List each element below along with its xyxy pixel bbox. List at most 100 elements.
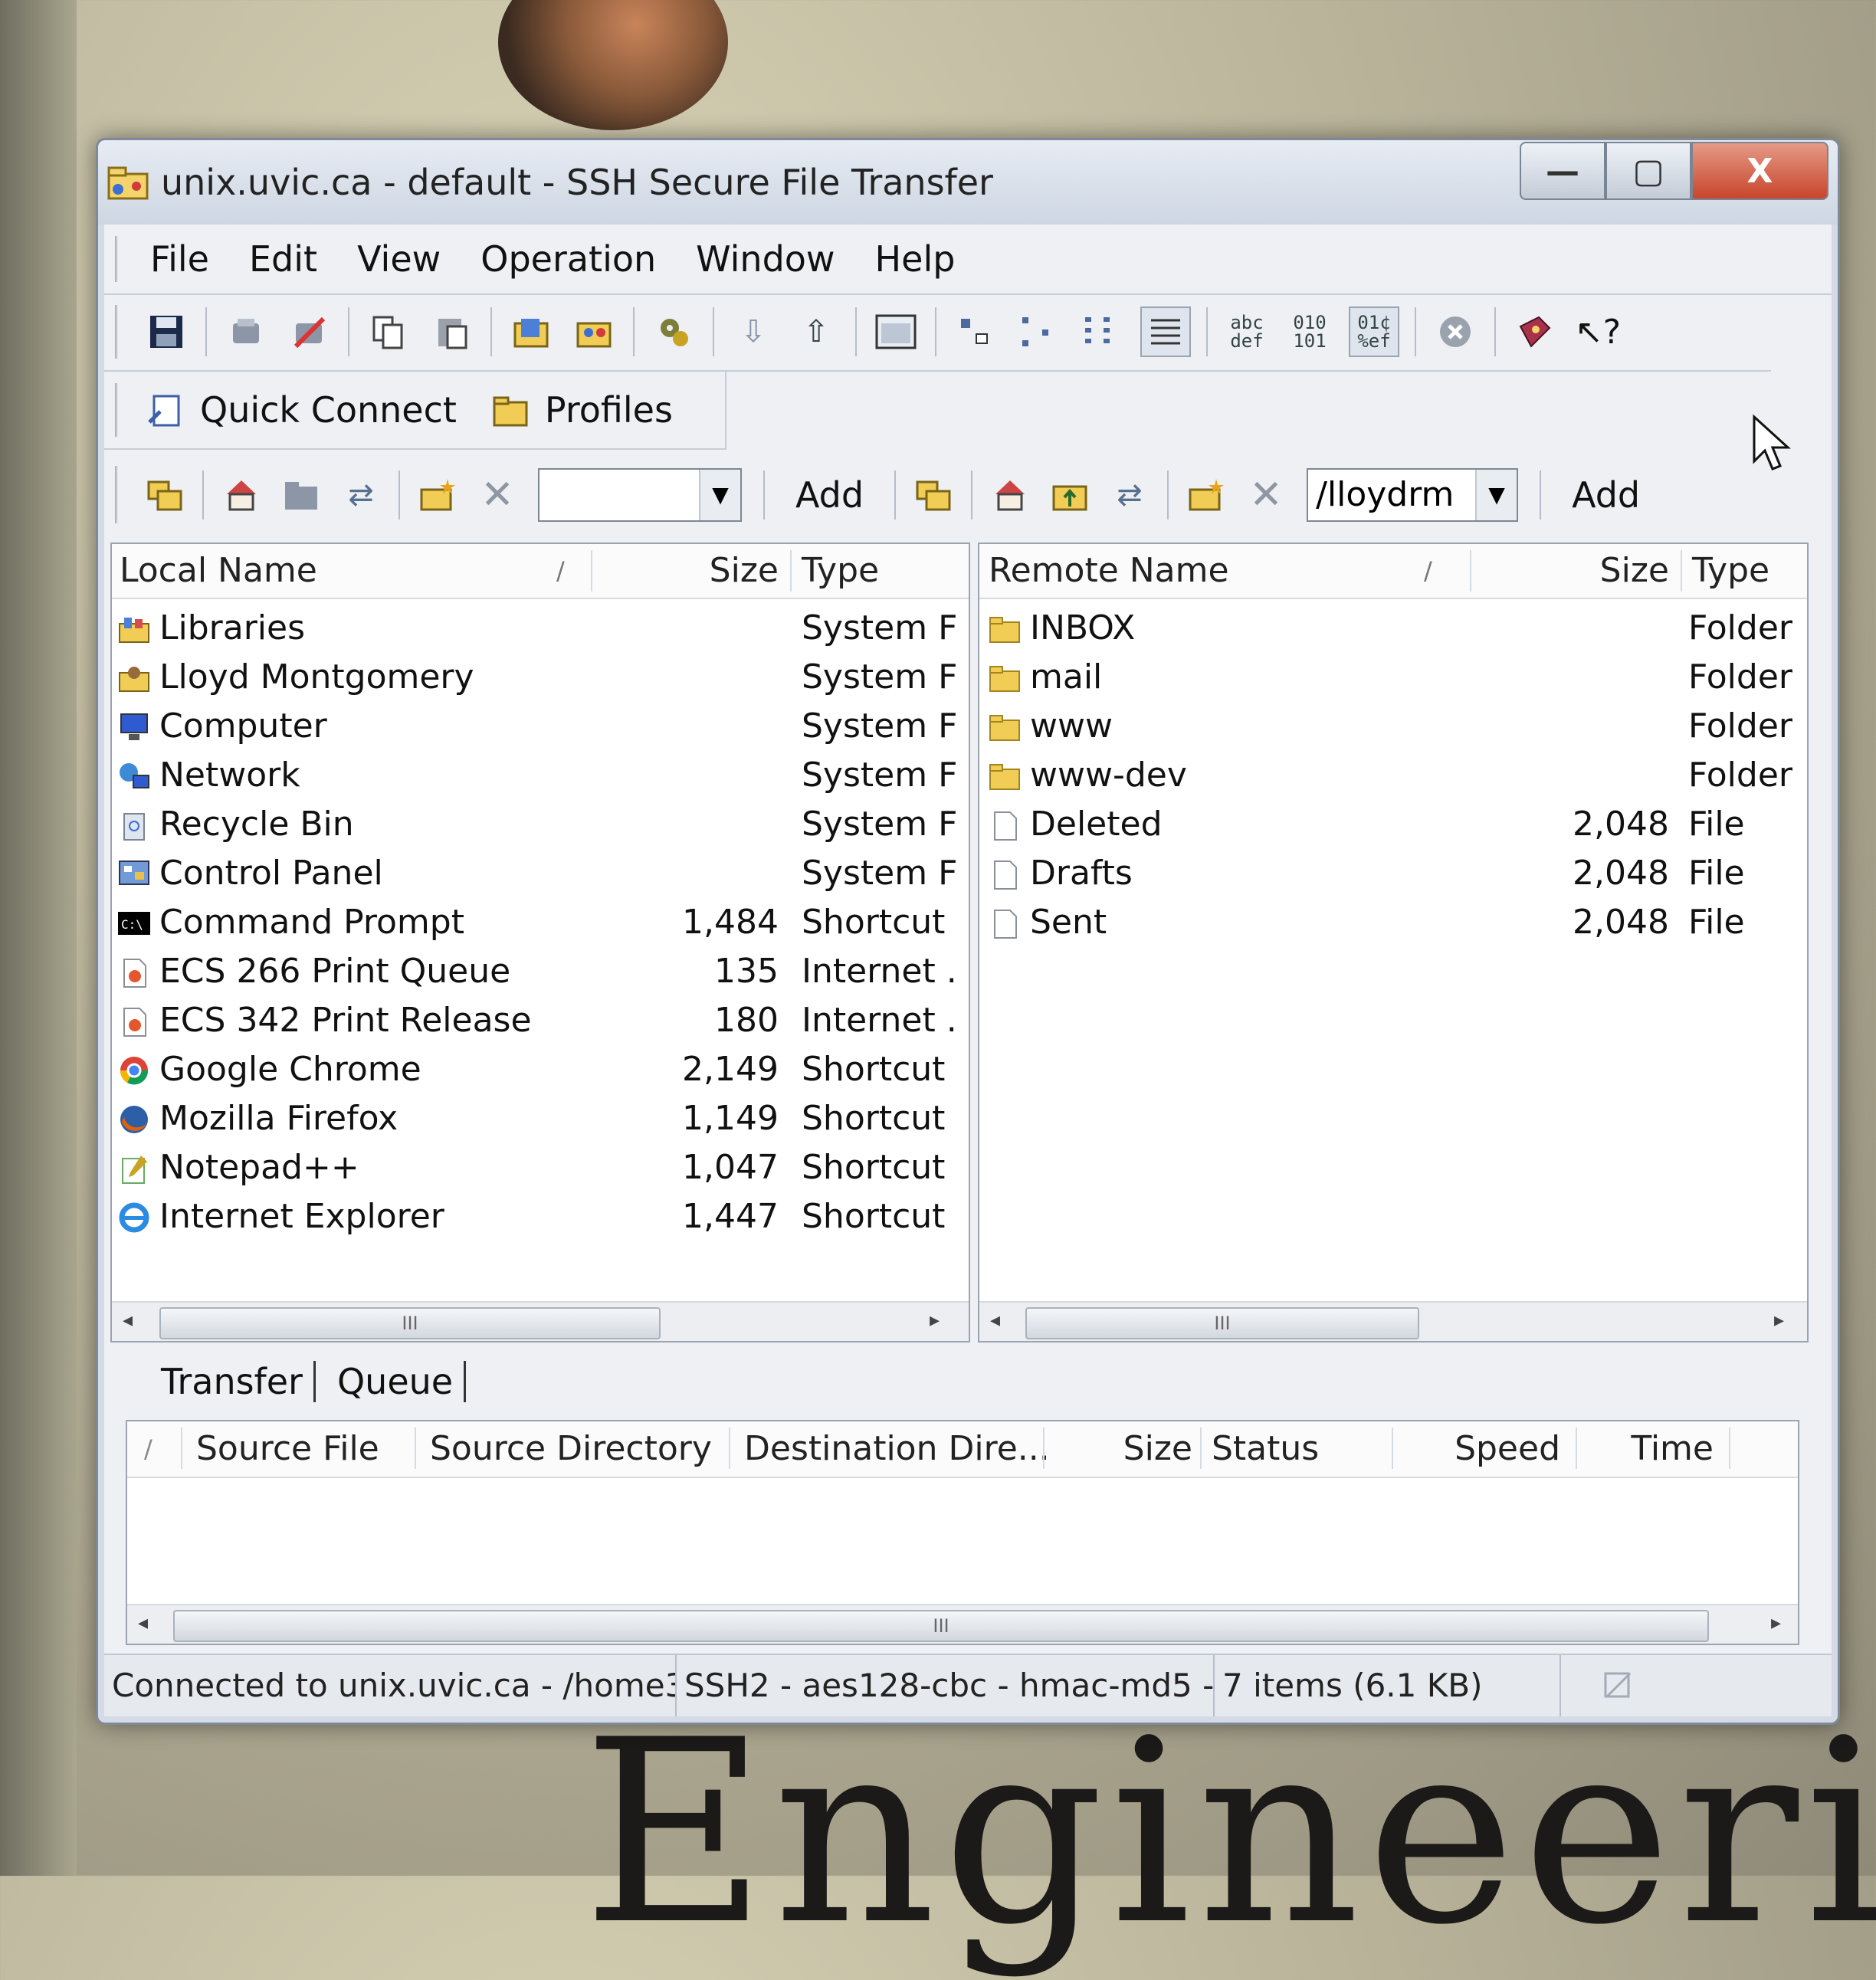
local-refresh-icon[interactable]: ⇄	[339, 471, 383, 519]
quick-connect-button[interactable]: Quick Connect	[146, 389, 457, 431]
local-path-combo[interactable]: ▼	[538, 467, 742, 522]
scroll-thumb[interactable]: III	[159, 1307, 661, 1339]
profile-icon[interactable]	[570, 308, 618, 356]
remote-up-folder-icon[interactable]	[911, 471, 956, 519]
close-button[interactable]: X	[1691, 142, 1828, 200]
column-divider[interactable]	[415, 1428, 416, 1469]
local-name-header[interactable]: Local Name	[120, 544, 317, 598]
maximize-button[interactable]: ▢	[1605, 142, 1691, 200]
scroll-thumb[interactable]: III	[173, 1610, 1709, 1642]
binary-icon[interactable]: 010 101	[1286, 308, 1333, 356]
list-item[interactable]: ECS 266 Print Queue 135 Internet .	[112, 947, 969, 996]
remote-size-header[interactable]: Size	[1478, 544, 1669, 598]
menu-file[interactable]: File	[150, 238, 209, 280]
folder-sync-icon[interactable]	[507, 308, 555, 356]
scroll-left-icon[interactable]: ◂	[990, 1309, 1000, 1332]
chevron-down-icon[interactable]: ▼	[1475, 469, 1517, 520]
remote-delete-icon[interactable]: ✕	[1244, 471, 1288, 519]
list-item[interactable]: Sent 2,048 File	[979, 898, 1807, 947]
help-book-icon[interactable]	[1511, 308, 1559, 356]
copy-icon[interactable]	[365, 308, 412, 356]
remote-new-folder-icon[interactable]	[1184, 471, 1228, 519]
scroll-thumb[interactable]: III	[1025, 1307, 1419, 1339]
transfer-size-header[interactable]: Size	[1047, 1421, 1192, 1477]
terminal-icon[interactable]	[872, 308, 920, 356]
column-divider[interactable]	[790, 550, 792, 592]
local-type-header[interactable]: Type	[802, 544, 879, 598]
column-divider[interactable]	[1392, 1428, 1393, 1469]
transfer-speed-header[interactable]: Speed	[1399, 1421, 1560, 1477]
scroll-right-icon[interactable]: ▸	[1771, 1611, 1781, 1634]
source-file-header[interactable]: Source File	[196, 1421, 379, 1477]
upload-icon[interactable]: ⇧	[792, 308, 840, 356]
settings-icon[interactable]	[650, 308, 697, 356]
remote-path-combo[interactable]: /lloydrm ▼	[1307, 467, 1519, 522]
list-item[interactable]: ECS 342 Print Release 180 Internet .	[112, 996, 969, 1045]
column-divider[interactable]	[1576, 1428, 1577, 1469]
title-bar[interactable]: unix.uvic.ca - default - SSH Secure File…	[98, 140, 1838, 225]
scroll-right-icon[interactable]: ▸	[930, 1309, 940, 1332]
remote-type-header[interactable]: Type	[1692, 544, 1769, 598]
list-item[interactable]: Mozilla Firefox 1,149 Shortcut	[112, 1094, 969, 1143]
list-item[interactable]: Google Chrome 2,149 Shortcut	[112, 1045, 969, 1094]
column-divider[interactable]	[1200, 1428, 1202, 1469]
transfer-time-header[interactable]: Time	[1583, 1421, 1714, 1477]
list-item[interactable]: Recycle Bin System F	[112, 800, 969, 849]
list-item[interactable]: Computer System F	[112, 702, 969, 751]
list-item[interactable]: mail Folder	[979, 653, 1807, 702]
local-up-folder-icon[interactable]	[143, 471, 187, 519]
navbar-grip[interactable]	[115, 466, 123, 523]
save-icon[interactable]	[143, 308, 190, 356]
local-add-button[interactable]: Add	[795, 474, 864, 516]
source-directory-header[interactable]: Source Directory	[430, 1421, 712, 1477]
list-item[interactable]: Internet Explorer 1,447 Shortcut	[112, 1192, 969, 1241]
quickbar-grip[interactable]	[115, 383, 123, 437]
whats-this-icon[interactable]: ↖?	[1574, 308, 1622, 356]
column-divider[interactable]	[729, 1428, 730, 1469]
tab-queue[interactable]: Queue	[326, 1361, 467, 1402]
minimize-button[interactable]: —	[1520, 142, 1605, 200]
menu-operation[interactable]: Operation	[480, 238, 656, 280]
disconnect-icon[interactable]	[285, 308, 333, 356]
menu-help[interactable]: Help	[875, 238, 956, 280]
menubar-grip[interactable]	[115, 236, 123, 282]
column-divider[interactable]	[181, 1428, 182, 1469]
list-item[interactable]: www-dev Folder	[979, 751, 1807, 800]
menu-edit[interactable]: Edit	[249, 238, 317, 280]
list-icon[interactable]	[1077, 308, 1125, 356]
local-home-icon[interactable]	[219, 471, 264, 519]
tab-transfer[interactable]: Transfer	[150, 1361, 316, 1402]
auto-icon[interactable]: 01¢ %ef	[1349, 307, 1399, 357]
menu-window[interactable]: Window	[696, 238, 835, 280]
list-item[interactable]: Libraries System F	[112, 604, 969, 653]
list-item[interactable]: Control Panel System F	[112, 849, 969, 898]
remote-home-icon[interactable]	[988, 471, 1032, 519]
column-divider[interactable]	[1681, 550, 1682, 592]
list-item[interactable]: INBOX Folder	[979, 604, 1807, 653]
scroll-left-icon[interactable]: ◂	[123, 1309, 133, 1332]
column-divider[interactable]	[1043, 1428, 1045, 1469]
scroll-left-icon[interactable]: ◂	[138, 1611, 148, 1634]
list-item[interactable]: Notepad++ 1,047 Shortcut	[112, 1143, 969, 1192]
chevron-down-icon[interactable]: ▼	[699, 469, 740, 520]
menu-view[interactable]: View	[357, 238, 441, 280]
list-item[interactable]: www Folder	[979, 702, 1807, 751]
list-item[interactable]: Network System F	[112, 751, 969, 800]
column-divider[interactable]	[591, 550, 592, 592]
list-item[interactable]: Drafts 2,048 File	[979, 849, 1807, 898]
remote-add-button[interactable]: Add	[1572, 474, 1640, 516]
local-horizontal-scrollbar[interactable]: ◂ III ▸	[112, 1301, 969, 1341]
transfer-horizontal-scrollbar[interactable]: ◂ III ▸	[127, 1604, 1798, 1644]
destination-directory-header[interactable]: Destination Dire...	[744, 1421, 1050, 1477]
scroll-right-icon[interactable]: ▸	[1774, 1309, 1784, 1332]
toolbar-grip[interactable]	[115, 305, 123, 359]
list-item[interactable]: Lloyd Montgomery System F	[112, 653, 969, 702]
local-size-header[interactable]: Size	[595, 544, 779, 598]
transfer-status-header[interactable]: Status	[1212, 1421, 1319, 1477]
list-item[interactable]: Deleted 2,048 File	[979, 800, 1807, 849]
column-divider[interactable]	[1729, 1428, 1730, 1469]
remote-horizontal-scrollbar[interactable]: ◂ III ▸	[979, 1301, 1807, 1341]
download-icon[interactable]: ⇩	[730, 308, 777, 356]
local-parent-folder-icon[interactable]	[279, 471, 323, 519]
local-new-folder-icon[interactable]	[415, 471, 460, 519]
